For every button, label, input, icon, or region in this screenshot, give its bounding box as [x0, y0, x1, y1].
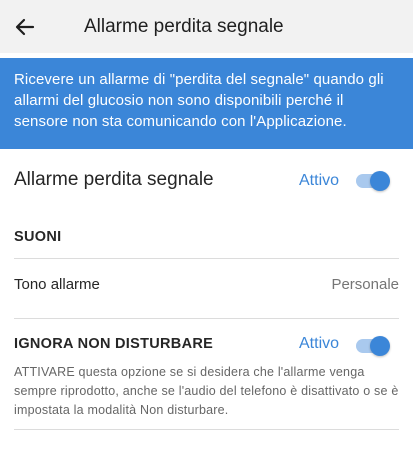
dnd-override-row[interactable]: IGNORA NON DISTURBARE Attivo — [14, 334, 399, 356]
alarm-tone-label: Tono allarme — [14, 276, 100, 293]
divider — [14, 318, 399, 319]
dnd-override-toggle[interactable] — [356, 336, 390, 356]
arrow-left-icon — [15, 18, 35, 36]
dnd-override-description: ATTIVARE questa opzione se si desidera c… — [14, 365, 399, 417]
page-title: Allarme perdita segnale — [84, 16, 284, 37]
dnd-override-status: Attivo — [299, 335, 340, 352]
dnd-override-header: IGNORA NON DISTURBARE — [14, 336, 214, 352]
back-button[interactable] — [12, 14, 38, 40]
signal-loss-alarm-toggle[interactable] — [356, 171, 390, 191]
toggle-thumb — [370, 336, 390, 356]
toggle-thumb — [370, 171, 390, 191]
alarm-tone-row[interactable]: Tono allarme Personale — [14, 276, 399, 298]
dnd-override-description-block: ATTIVARE questa opzione se si desidera c… — [14, 363, 399, 423]
divider — [14, 429, 399, 430]
info-banner-text: Ricevere un allarme di "perdita del segn… — [14, 71, 384, 130]
alarm-tone-value: Personale — [331, 276, 399, 293]
signal-loss-alarm-status: Attivo — [299, 172, 340, 189]
sounds-section-header: SUONI — [14, 229, 62, 245]
signal-loss-alarm-label: Allarme perdita segnale — [14, 169, 214, 190]
info-banner: Ricevere un allarme di "perdita del segn… — [0, 58, 413, 149]
divider — [14, 258, 399, 259]
signal-loss-alarm-row[interactable]: Allarme perdita segnale Attivo — [14, 169, 399, 195]
app-bar: Allarme perdita segnale — [0, 0, 413, 53]
sounds-section: SUONI — [14, 229, 399, 249]
